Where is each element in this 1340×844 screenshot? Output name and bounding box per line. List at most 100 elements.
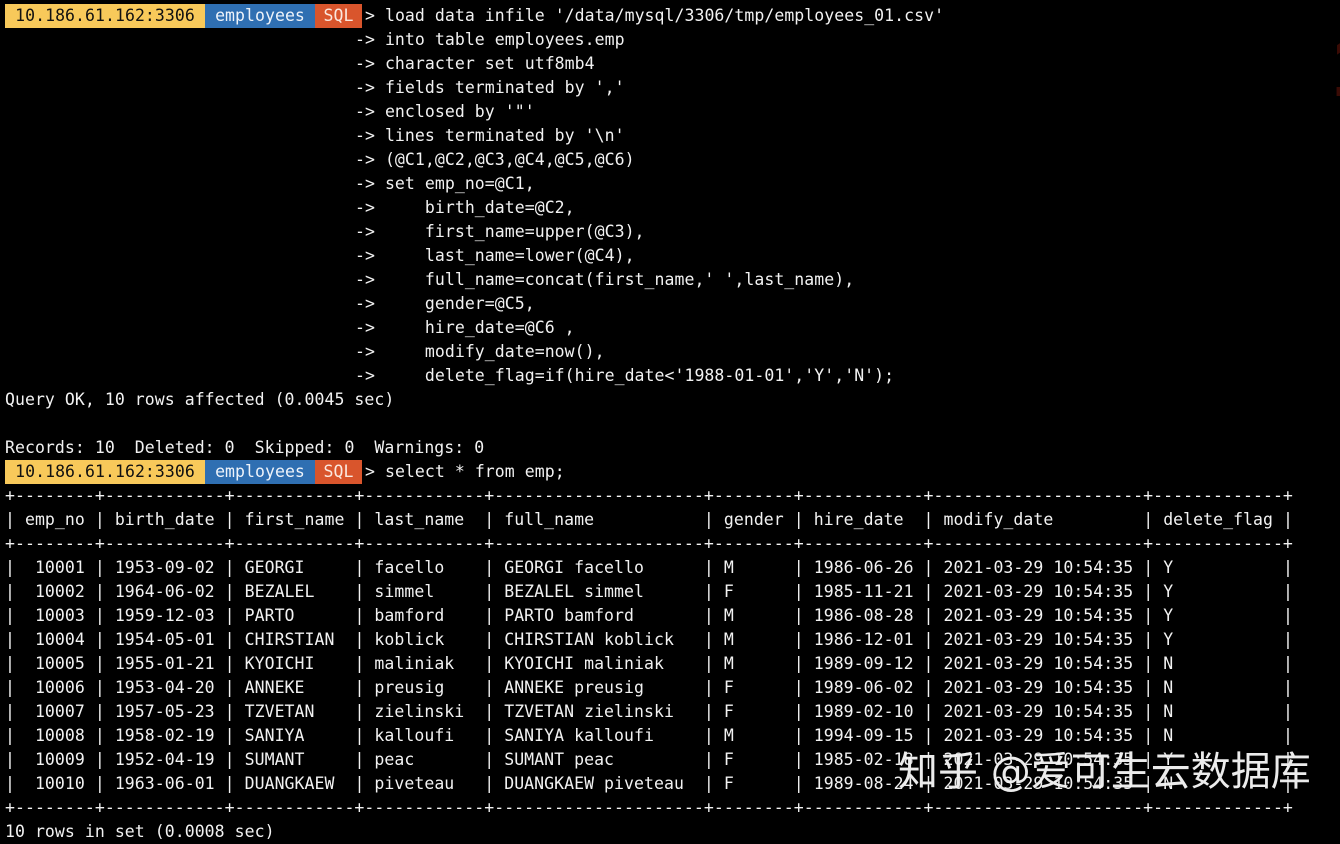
command-continuation-line: -> gender=@C5, [5,292,1335,316]
table-cell-modify-date: 2021-03-29 10:54:35 [943,678,1134,697]
table-cell-hire-date: 1989-06-02 [813,678,914,697]
table-cell-emp-no: 10002 [24,582,85,601]
table-cell-emp-no: 10007 [24,702,85,721]
column-header-modify-date: modify_date [943,510,1134,529]
table-cell-last-name: maliniak [374,654,475,673]
column-header-delete-flag: delete_flag [1163,510,1274,529]
table-cell-modify-date: 2021-03-29 10:54:35 [943,606,1134,625]
table-cell-emp-no: 10008 [24,726,85,745]
command-continuation-line: -> full_name=concat(first_name,' ',last_… [5,268,1335,292]
continuation-arrow: -> [355,318,375,337]
table-cell-birth-date: 1958-02-19 [114,726,215,745]
prompt-database-segment: employees [205,460,315,484]
table-row: | 10002 | 1964-06-02 | BEZALEL | simmel … [5,582,1293,601]
table-cell-last-name: bamford [374,606,475,625]
command-continuation-line: -> modify_date=now(), [5,340,1335,364]
table-cell-first-name: CHIRSTIAN [244,630,345,649]
table-cell-full-name: SUMANT peac [504,750,694,769]
table-cell-gender: M [723,654,784,673]
table-border: +--------+------------+------------+----… [5,534,1293,553]
table-cell-full-name: SANIYA kalloufi [504,726,694,745]
continuation-arrow: -> [355,174,375,193]
table-border: +--------+------------+------------+----… [5,798,1293,817]
command-continuation-line: -> character set utf8mb4 [5,52,1335,76]
table-cell-first-name: BEZALEL [244,582,345,601]
table-cell-birth-date: 1963-06-01 [114,774,215,793]
table-cell-emp-no: 10009 [24,750,85,769]
table-cell-full-name: PARTO bamford [504,606,694,625]
table-cell-first-name: KYOICHI [244,654,345,673]
column-header-first-name: first_name [244,510,345,529]
terminal-window[interactable]: 10.186.61.162:3306 employees SQL > load dat… [5,4,1335,844]
continuation-text: character set utf8mb4 [384,54,595,73]
table-cell-gender: F [723,678,784,697]
table-cell-full-name: CHIRSTIAN koblick [504,630,694,649]
table-cell-gender: M [723,726,784,745]
continuation-arrow: -> [355,366,375,385]
continuation-text: last_name=lower(@C4), [384,246,635,265]
background-glyph: 1 [1331,22,1340,110]
table-cell-emp-no: 10006 [24,678,85,697]
table-cell-gender: F [723,750,784,769]
continuation-arrow: -> [355,246,375,265]
table-cell-full-name: DUANGKAEW piveteau [504,774,694,793]
table-cell-emp-no: 10003 [24,606,85,625]
table-cell-modify-date: 2021-03-29 10:54:35 [943,630,1134,649]
command-continuation-line: -> fields terminated by ',' [5,76,1335,100]
table-cell-hire-date: 1994-09-15 [813,726,914,745]
table-cell-delete-flag: N [1163,726,1274,745]
continuation-text: gender=@C5, [384,294,535,313]
table-border: +--------+------------+------------+----… [5,486,1293,505]
table-cell-modify-date: 2021-03-29 10:54:35 [943,582,1134,601]
continuation-text: into table employees.emp [384,30,625,49]
table-cell-birth-date: 1957-05-23 [114,702,215,721]
table-cell-modify-date: 2021-03-29 10:54:35 [943,726,1134,745]
command-continuation-line: -> delete_flag=if(hire_date<'1988-01-01'… [5,364,1335,388]
prompt-line-2[interactable]: 10.186.61.162:3306 employees SQL > select *… [5,460,1335,484]
table-cell-birth-date: 1954-05-01 [114,630,215,649]
table-cell-gender: F [723,702,784,721]
table-cell-full-name: GEORGI facello [504,558,694,577]
continuation-text: hire_date=@C6 , [384,318,575,337]
continuation-text: (@C1,@C2,@C3,@C4,@C5,@C6) [384,150,635,169]
table-cell-gender: M [723,630,784,649]
command-continuation-line: -> first_name=upper(@C3), [5,220,1335,244]
table-cell-hire-date: 1989-02-10 [813,702,914,721]
continuation-arrow: -> [355,270,375,289]
table-cell-last-name: preusig [374,678,475,697]
table-cell-delete-flag: N [1163,702,1274,721]
table-cell-hire-date: 1985-11-21 [813,582,914,601]
command-continuation-line: -> into table employees.emp [5,28,1335,52]
table-cell-first-name: SUMANT [244,750,345,769]
table-cell-gender: F [723,774,784,793]
command-continuation-line: -> (@C1,@C2,@C3,@C4,@C5,@C6) [5,148,1335,172]
table-cell-delete-flag: Y [1163,630,1274,649]
continuation-text: fields terminated by ',' [384,78,625,97]
continuation-arrow: -> [355,54,375,73]
continuation-arrow: -> [355,294,375,313]
table-cell-first-name: ANNEKE [244,678,345,697]
table-cell-birth-date: 1959-12-03 [114,606,215,625]
column-header-gender: gender [723,510,784,529]
column-header-birth-date: birth_date [114,510,215,529]
table-cell-birth-date: 1964-06-02 [114,582,215,601]
command-continuation-line: -> last_name=lower(@C4), [5,244,1335,268]
table-row: | 10007 | 1957-05-23 | TZVETAN | zielins… [5,702,1293,721]
table-row: | 10006 | 1953-04-20 | ANNEKE | preusig … [5,678,1293,697]
table-cell-last-name: kalloufi [374,726,475,745]
continuation-text: enclosed by '"' [384,102,535,121]
column-header-full-name: full_name [504,510,694,529]
table-cell-gender: F [723,582,784,601]
continuation-text: delete_flag=if(hire_date<'1988-01-01','Y… [384,366,895,385]
column-header-last-name: last_name [374,510,475,529]
records-summary-line: Records: 10 Deleted: 0 Skipped: 0 Warnin… [5,438,485,457]
table-cell-emp-no: 10004 [24,630,85,649]
table-header-row: | emp_no | birth_date | first_name | las… [5,510,1293,529]
continuation-text: modify_date=now(), [384,342,605,361]
command-continuation-line: -> birth_date=@C2, [5,196,1335,220]
column-header-emp-no: emp_no [24,510,85,529]
command-text: load data infile '/data/mysql/3306/tmp/e… [384,6,945,25]
continuation-text: set emp_no=@C1, [384,174,535,193]
command-text: select * from emp; [384,462,565,481]
